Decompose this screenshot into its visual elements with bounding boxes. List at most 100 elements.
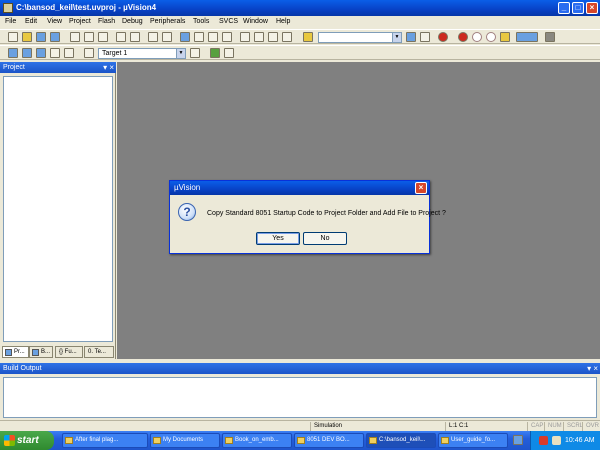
tab-label: B... [41,349,51,355]
clear-bookmarks-icon[interactable] [222,32,232,42]
close-button[interactable]: × [586,2,598,14]
taskbar-button[interactable]: My Documents [150,433,220,448]
clock: 10:46 AM [565,437,595,444]
prev-bookmark-icon[interactable] [194,32,204,42]
next-bookmark-icon[interactable] [208,32,218,42]
dialog-message: Copy Standard 8051 Startup Code to Proje… [207,210,446,217]
menu-view[interactable]: View [47,18,62,25]
uncomment-icon[interactable] [282,32,292,42]
folder-icon [297,437,305,444]
uvision-app-icon [3,3,13,13]
start-button[interactable]: start [0,431,54,450]
window-title: C:\bansod_keil\test.uvproj - µVision4 [16,3,157,12]
window-titlebar: C:\bansod_keil\test.uvproj - µVision4 _ … [0,0,600,16]
menu-file[interactable]: File [5,18,16,25]
menu-debug[interactable]: Debug [122,18,143,25]
tab-functions[interactable]: {} Fu... [55,346,83,358]
manage-project-items-icon[interactable] [224,48,234,58]
new-file-icon[interactable] [8,32,18,42]
build-output-text[interactable] [3,377,597,418]
redo-icon[interactable] [130,32,140,42]
help-tray-icon[interactable] [513,435,523,445]
menu-peripherals[interactable]: Peripherals [150,18,185,25]
taskbar-button-label: 8051 DEV BO... [307,437,350,443]
unindent-icon[interactable] [254,32,264,42]
window-layout-icon[interactable] [516,32,538,42]
security-tray-icon[interactable] [539,436,548,445]
enable-breakpoint-icon[interactable] [472,32,482,42]
disable-breakpoints-icon[interactable] [486,32,496,42]
debug-session-icon[interactable] [438,32,448,42]
copy-icon[interactable] [84,32,94,42]
menu-tools[interactable]: Tools [193,18,209,25]
project-tree[interactable] [3,76,113,342]
incremental-find-icon[interactable] [420,32,430,42]
no-button[interactable]: No [303,232,347,245]
menu-project[interactable]: Project [69,18,91,25]
taskbar-button[interactable]: 8051 DEV BO... [294,433,364,448]
navigate-forward-icon[interactable] [162,32,172,42]
download-icon[interactable] [84,48,94,58]
insert-breakpoint-icon[interactable] [458,32,468,42]
batch-build-icon[interactable] [50,48,60,58]
find-icon[interactable] [406,32,416,42]
status-mode: Simulation [310,422,410,431]
project-panel-header: Project ▾ × [0,62,116,73]
comment-icon[interactable] [268,32,278,42]
taskbar-button[interactable]: Book_on_emb... [222,433,292,448]
menu-window[interactable]: Window [243,18,268,25]
menu-help[interactable]: Help [276,18,290,25]
stop-build-icon[interactable] [64,48,74,58]
taskbar-button-label: C:\bansod_keil\... [379,437,426,443]
tab-templates[interactable]: 0. Te... [84,346,114,358]
menu-flash[interactable]: Flash [98,18,115,25]
save-icon[interactable] [36,32,46,42]
bookmark-icon[interactable] [180,32,190,42]
cut-icon[interactable] [70,32,80,42]
target-select[interactable]: Target 1 ▼ [98,48,186,59]
open-file-icon[interactable] [22,32,32,42]
find-combo[interactable]: ▼ [318,32,402,43]
folder-icon [225,437,233,444]
taskbar-button[interactable]: User_guide_fo... [438,433,508,448]
indent-icon[interactable] [240,32,250,42]
rebuild-icon[interactable] [36,48,46,58]
chevron-down-icon[interactable]: ▼ [392,33,401,42]
undo-icon[interactable] [116,32,126,42]
maximize-button[interactable]: □ [572,2,584,14]
taskbar-button-label: After final plag... [75,437,119,443]
find-in-files-icon[interactable] [303,32,313,42]
kill-breakpoints-icon[interactable] [500,32,510,42]
taskbar-button-label: User_guide_fo... [451,437,496,443]
taskbar: start After final plag... My Documents B… [0,431,600,450]
menu-edit[interactable]: Edit [25,18,37,25]
tab-project[interactable]: Pr... [2,346,29,358]
folder-icon [153,437,161,444]
build-icon[interactable] [22,48,32,58]
taskbar-button[interactable]: After final plag... [62,433,148,448]
tab-books[interactable]: B... [29,346,53,358]
translate-icon[interactable] [8,48,18,58]
books-tab-icon [32,349,39,356]
paste-icon[interactable] [98,32,108,42]
status-scrl: SCRL [563,422,583,431]
menu-svcs[interactable]: SVCS [219,18,238,25]
target-options-icon[interactable] [190,48,200,58]
save-all-icon[interactable] [50,32,60,42]
taskbar-button-label: Book_on_emb... [235,437,279,443]
dialog-close-button[interactable]: × [415,182,427,194]
wrench-icon[interactable] [545,32,555,42]
project-tab-icon [5,349,12,356]
navigate-back-icon[interactable] [148,32,158,42]
status-bar: Simulation L:1 C:1 CAP NUM SCRL OVR [0,420,600,431]
chevron-down-icon[interactable]: ▼ [176,49,185,58]
panel-pin-close-buttons[interactable]: ▾ × [587,363,598,374]
taskbar-button-active[interactable]: C:\bansod_keil\... [366,433,436,448]
minimize-button[interactable]: _ [558,2,570,14]
network-tray-icon[interactable] [552,436,561,445]
system-tray: 10:46 AM [530,431,600,450]
status-ovr: OVR [582,422,600,431]
yes-button[interactable]: Yes [256,232,300,245]
panel-pin-close-buttons[interactable]: ▾ × [103,62,114,73]
manage-components-icon[interactable] [210,48,220,58]
